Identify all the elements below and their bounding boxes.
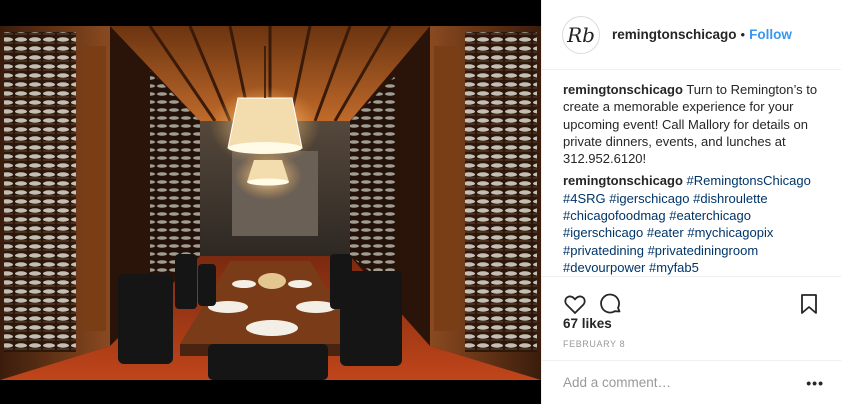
caption-comment: remingtonschicago Turn to Remington’s to… xyxy=(563,81,828,167)
hashtag-link[interactable]: #igerschicago xyxy=(563,225,643,240)
heart-icon[interactable] xyxy=(562,291,588,317)
post-side-panel: Rb remingtonschicago • Follow remingtons… xyxy=(541,0,841,404)
hashtag-link[interactable]: #mychicagopix xyxy=(687,225,773,240)
action-bar xyxy=(542,276,841,320)
hashtag-link[interactable]: #dishroulette xyxy=(693,191,767,206)
follow-button[interactable]: Follow xyxy=(749,27,792,42)
speech-bubble-icon[interactable] xyxy=(598,291,624,317)
hashtag-link[interactable]: #eaterchicago xyxy=(669,208,751,223)
separator-dot: • xyxy=(740,27,746,42)
post-date[interactable]: FEBRUARY 8 xyxy=(563,339,625,349)
hashtag-list: #RemingtonsChicago #4SRG #igerschicago #… xyxy=(563,173,811,276)
hashtag-link[interactable]: #devourpower xyxy=(563,260,645,275)
hashtag-link[interactable]: #privatediningroom xyxy=(648,243,759,258)
bookmark-icon[interactable] xyxy=(796,291,822,317)
hashtag-comment: remingtonschicago #RemingtonsChicago #4S… xyxy=(563,172,828,276)
more-options-icon[interactable]: ••• xyxy=(806,375,824,391)
hashtag-link[interactable]: #igerschicago xyxy=(609,191,689,206)
hashtag-link[interactable]: #4SRG xyxy=(563,191,606,206)
comment-username[interactable]: remingtonschicago xyxy=(563,82,683,97)
comment-username[interactable]: remingtonschicago xyxy=(563,173,683,188)
photo-scene xyxy=(0,26,541,380)
hashtag-link[interactable]: #privatedining xyxy=(563,243,644,258)
post-modal: Rb remingtonschicago • Follow remingtons… xyxy=(0,0,841,404)
post-header: Rb remingtonschicago • Follow xyxy=(542,0,841,70)
comment-input[interactable] xyxy=(563,375,807,390)
comments-list[interactable]: remingtonschicago Turn to Remington’s to… xyxy=(542,70,841,276)
hashtag-link[interactable]: #myfab5 xyxy=(649,260,699,275)
hashtag-link[interactable]: #RemingtonsChicago xyxy=(687,173,811,188)
hashtag-link[interactable]: #chicagofoodmag xyxy=(563,208,666,223)
post-photo[interactable] xyxy=(0,26,541,380)
likes-count[interactable]: 67 likes xyxy=(563,316,612,331)
add-comment-bar: ••• xyxy=(542,360,841,404)
avatar[interactable]: Rb xyxy=(562,15,600,54)
author-username[interactable]: remingtonschicago xyxy=(612,27,737,42)
hashtag-link[interactable]: #eater xyxy=(647,225,684,240)
